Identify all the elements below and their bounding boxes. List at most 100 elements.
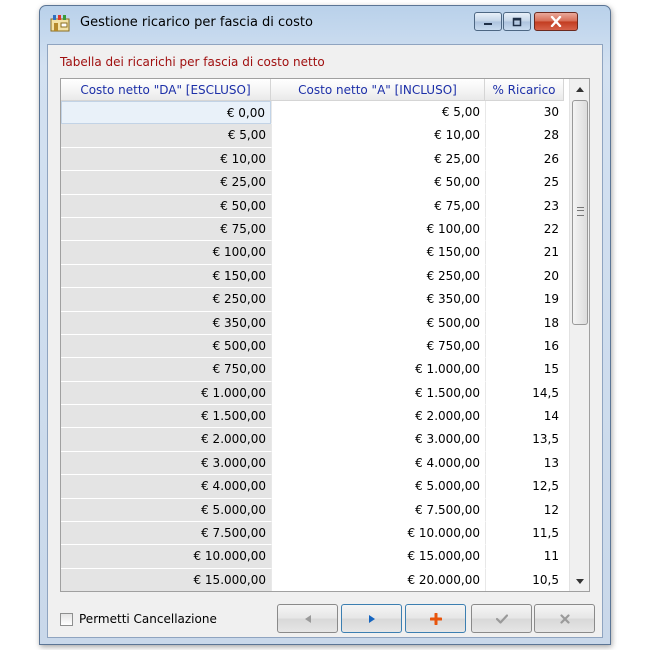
cell-costo-a[interactable]: € 5.000,00 — [271, 475, 485, 499]
cell-costo-a[interactable]: € 10,00 — [271, 124, 485, 148]
cell-costo-da[interactable]: € 500,00 — [61, 334, 271, 359]
column-header-da[interactable]: Costo netto "DA" [ESCLUSO] — [61, 79, 271, 101]
table-row[interactable]: € 75,00 € 100,00 22 — [61, 217, 564, 242]
cell-ricarico[interactable]: 15 — [485, 358, 564, 382]
cell-ricarico[interactable]: 21 — [485, 241, 564, 265]
cell-costo-a[interactable]: € 500,00 — [271, 311, 485, 335]
table-row[interactable]: € 2.000,00 € 3.000,00 13,5 — [61, 428, 564, 452]
cell-ricarico[interactable]: 28 — [485, 124, 564, 148]
cell-ricarico[interactable]: 22 — [485, 217, 564, 242]
cell-costo-da[interactable]: € 2.000,00 — [61, 428, 271, 452]
cell-ricarico[interactable]: 19 — [485, 288, 564, 312]
confirm-button[interactable] — [471, 604, 532, 633]
table-row[interactable]: € 1.000,00 € 1.500,00 14,5 — [61, 381, 564, 406]
table-row[interactable]: € 5.000,00 € 7.500,00 12 — [61, 498, 564, 523]
cell-costo-da[interactable]: € 10,00 — [61, 147, 271, 172]
cell-costo-da[interactable]: € 7.500,00 — [61, 522, 271, 546]
cell-costo-a[interactable]: € 7.500,00 — [271, 498, 485, 523]
table-row[interactable]: € 150,00 € 250,00 20 — [61, 264, 564, 289]
table-row[interactable]: € 500,00 € 750,00 16 — [61, 334, 564, 359]
vertical-scrollbar[interactable] — [569, 79, 589, 591]
table-row[interactable]: € 15.000,00 € 20.000,00 10,5 — [61, 568, 564, 591]
table-row[interactable]: € 250,00 € 350,00 19 — [61, 288, 564, 312]
table-row[interactable]: € 5,00 € 10,00 28 — [61, 124, 564, 148]
cell-ricarico[interactable]: 18 — [485, 311, 564, 335]
cancel-button[interactable] — [534, 604, 595, 633]
cell-ricarico[interactable]: 12,5 — [485, 475, 564, 499]
table-row[interactable]: € 350,00 € 500,00 18 — [61, 311, 564, 335]
cell-costo-a[interactable]: € 250,00 — [271, 264, 485, 289]
cell-ricarico[interactable]: 12 — [485, 498, 564, 523]
cell-costo-da[interactable]: € 4.000,00 — [61, 475, 271, 499]
maximize-button[interactable] — [503, 12, 531, 31]
table-row[interactable]: € 10,00 € 25,00 26 — [61, 147, 564, 172]
permetti-cancellazione[interactable]: Permetti Cancellazione — [60, 611, 217, 627]
cell-costo-a[interactable]: € 100,00 — [271, 217, 485, 242]
cell-costo-a[interactable]: € 3.000,00 — [271, 428, 485, 452]
cell-costo-a[interactable]: € 4.000,00 — [271, 451, 485, 476]
cell-ricarico[interactable]: 16 — [485, 334, 564, 359]
cell-costo-a[interactable]: € 150,00 — [271, 241, 485, 265]
minimize-button[interactable] — [474, 12, 502, 31]
cell-costo-a[interactable]: € 2.000,00 — [271, 405, 485, 429]
cell-ricarico[interactable]: 20 — [485, 264, 564, 289]
cell-costo-a[interactable]: € 750,00 — [271, 334, 485, 359]
cell-ricarico[interactable]: 25 — [485, 171, 564, 195]
column-header-ricarico[interactable]: % Ricarico — [485, 79, 564, 101]
ricarichi-table[interactable]: Costo netto "DA" [ESCLUSO] Costo netto "… — [60, 78, 590, 592]
cell-costo-a[interactable]: € 350,00 — [271, 288, 485, 312]
table-row[interactable]: € 7.500,00 € 10.000,00 11,5 — [61, 522, 564, 546]
cell-ricarico[interactable]: 13 — [485, 451, 564, 476]
cell-costo-da[interactable]: € 150,00 — [61, 264, 271, 289]
cell-costo-a[interactable]: € 5,00 — [271, 101, 485, 125]
cell-costo-da[interactable]: € 750,00 — [61, 358, 271, 382]
table-row[interactable]: € 100,00 € 150,00 21 — [61, 241, 564, 265]
table-row[interactable]: € 25,00 € 50,00 25 — [61, 171, 564, 195]
table-row[interactable]: € 4.000,00 € 5.000,00 12,5 — [61, 475, 564, 499]
cell-costo-da[interactable]: € 1.500,00 — [61, 405, 271, 429]
cell-costo-a[interactable]: € 15.000,00 — [271, 545, 485, 569]
next-button[interactable] — [341, 604, 402, 633]
cell-costo-a[interactable]: € 20.000,00 — [271, 568, 485, 591]
cell-costo-da[interactable]: € 0,00 — [61, 101, 271, 125]
table-row[interactable]: € 50,00 € 75,00 23 — [61, 194, 564, 218]
cell-costo-da[interactable]: € 5,00 — [61, 124, 271, 148]
cell-ricarico[interactable]: 14,5 — [485, 381, 564, 406]
cell-costo-da[interactable]: € 25,00 — [61, 171, 271, 195]
cell-costo-a[interactable]: € 1.000,00 — [271, 358, 485, 382]
cell-costo-a[interactable]: € 1.500,00 — [271, 381, 485, 406]
cell-ricarico[interactable]: 14 — [485, 405, 564, 429]
cell-ricarico[interactable]: 13,5 — [485, 428, 564, 452]
cell-costo-da[interactable]: € 50,00 — [61, 194, 271, 218]
cell-ricarico[interactable]: 11 — [485, 545, 564, 569]
cell-costo-da[interactable]: € 1.000,00 — [61, 381, 271, 406]
cell-costo-da[interactable]: € 3.000,00 — [61, 451, 271, 476]
scroll-up-button[interactable] — [572, 81, 588, 97]
cell-ricarico[interactable]: 11,5 — [485, 522, 564, 546]
table-row[interactable]: € 0,00 € 5,00 30 — [61, 101, 564, 125]
cell-costo-a[interactable]: € 75,00 — [271, 194, 485, 218]
column-header-a[interactable]: Costo netto "A" [INCLUSO] — [271, 79, 485, 101]
cell-ricarico[interactable]: 23 — [485, 194, 564, 218]
cell-costo-da[interactable]: € 350,00 — [61, 311, 271, 335]
permetti-cancellazione-checkbox[interactable] — [60, 612, 73, 626]
table-row[interactable]: € 1.500,00 € 2.000,00 14 — [61, 405, 564, 429]
cell-costo-da[interactable]: € 75,00 — [61, 217, 271, 242]
cell-costo-da[interactable]: € 10.000,00 — [61, 545, 271, 569]
cell-ricarico[interactable]: 26 — [485, 147, 564, 172]
table-row[interactable]: € 750,00 € 1.000,00 15 — [61, 358, 564, 382]
cell-costo-da[interactable]: € 100,00 — [61, 241, 271, 265]
previous-button[interactable] — [277, 604, 338, 633]
cell-costo-a[interactable]: € 50,00 — [271, 171, 485, 195]
table-row[interactable]: € 10.000,00 € 15.000,00 11 — [61, 545, 564, 569]
cell-ricarico[interactable]: 10,5 — [485, 568, 564, 591]
table-row[interactable]: € 3.000,00 € 4.000,00 13 — [61, 451, 564, 476]
cell-ricarico[interactable]: 30 — [485, 101, 564, 125]
title-bar[interactable]: Gestione ricarico per fascia di costo — [40, 6, 610, 38]
scroll-down-button[interactable] — [572, 573, 588, 589]
cell-costo-da[interactable]: € 250,00 — [61, 288, 271, 312]
cell-costo-a[interactable]: € 10.000,00 — [271, 522, 485, 546]
add-button[interactable] — [405, 604, 466, 633]
scroll-thumb[interactable] — [572, 100, 588, 325]
cell-costo-da[interactable]: € 5.000,00 — [61, 498, 271, 523]
